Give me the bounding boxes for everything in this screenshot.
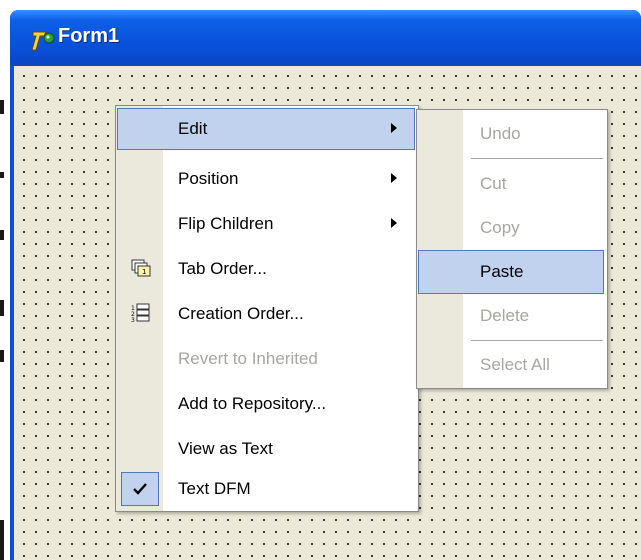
form-context-menu: Edit Position Flip Children 1 Tab Order.… xyxy=(115,105,419,512)
menu-item-tab-order[interactable]: 1 Tab Order... xyxy=(117,248,415,290)
edit-submenu: Undo Cut Copy Paste Delete Select All xyxy=(416,109,608,389)
edge-mark xyxy=(0,300,4,316)
submenu-item-paste[interactable]: Paste xyxy=(418,250,604,294)
edge-mark xyxy=(0,350,4,362)
edge-mark xyxy=(0,172,4,178)
menu-item-label: Add to Repository... xyxy=(178,394,327,413)
menu-separator xyxy=(471,158,603,159)
menu-item-label: Creation Order... xyxy=(178,304,304,323)
ide-left-edge xyxy=(0,0,10,560)
delphi-app-icon[interactable] xyxy=(30,28,56,54)
svg-text:3: 3 xyxy=(131,317,135,323)
menu-item-text-dfm[interactable]: Text DFM xyxy=(117,468,415,510)
menu-item-label: Text DFM xyxy=(178,479,251,498)
submenu-arrow-icon xyxy=(391,173,397,183)
menu-item-view-as-text[interactable]: View as Text xyxy=(117,428,415,470)
submenu-item-label: Delete xyxy=(480,306,530,325)
menu-item-label: Revert to Inherited xyxy=(178,349,318,368)
svg-text:1: 1 xyxy=(142,268,146,276)
menu-item-label: Tab Order... xyxy=(178,259,267,278)
menu-separator xyxy=(471,340,603,341)
submenu-arrow-icon xyxy=(391,218,397,228)
submenu-item-label: Select All xyxy=(480,355,550,374)
submenu-item-label: Undo xyxy=(480,124,521,143)
submenu-item-cut[interactable]: Cut xyxy=(418,162,604,206)
edge-mark xyxy=(0,520,4,560)
menu-item-label: Edit xyxy=(178,119,208,138)
tab-order-icon: 1 xyxy=(131,259,151,277)
creation-order-icon: 1 2 3 xyxy=(131,303,150,323)
submenu-item-select-all[interactable]: Select All xyxy=(418,343,604,387)
menu-item-position[interactable]: Position xyxy=(117,158,415,200)
submenu-item-label: Copy xyxy=(480,218,520,237)
menu-item-label: Position xyxy=(178,169,239,188)
submenu-item-copy[interactable]: Copy xyxy=(418,206,604,250)
menu-item-creation-order[interactable]: 1 2 3 Creation Order... xyxy=(117,293,415,335)
menu-item-label: View as Text xyxy=(178,439,273,458)
menu-item-flip-children[interactable]: Flip Children xyxy=(117,203,415,245)
edge-mark xyxy=(0,100,4,114)
menu-item-label: Flip Children xyxy=(178,214,274,233)
menu-item-add-to-repository[interactable]: Add to Repository... xyxy=(117,383,415,425)
submenu-arrow-icon xyxy=(391,123,397,133)
checked-indicator xyxy=(121,472,159,506)
submenu-item-label: Cut xyxy=(480,174,507,193)
title-bar[interactable]: Form1 xyxy=(10,10,641,66)
menu-item-edit[interactable]: Edit xyxy=(117,108,415,150)
window-title: Form1 xyxy=(58,25,120,47)
edge-mark xyxy=(0,230,4,240)
submenu-item-label: Paste xyxy=(480,262,524,281)
menu-item-revert-to-inherited[interactable]: Revert to Inherited xyxy=(117,338,415,380)
submenu-item-undo[interactable]: Undo xyxy=(418,112,604,156)
checkmark-icon xyxy=(133,483,147,495)
submenu-item-delete[interactable]: Delete xyxy=(418,294,604,338)
